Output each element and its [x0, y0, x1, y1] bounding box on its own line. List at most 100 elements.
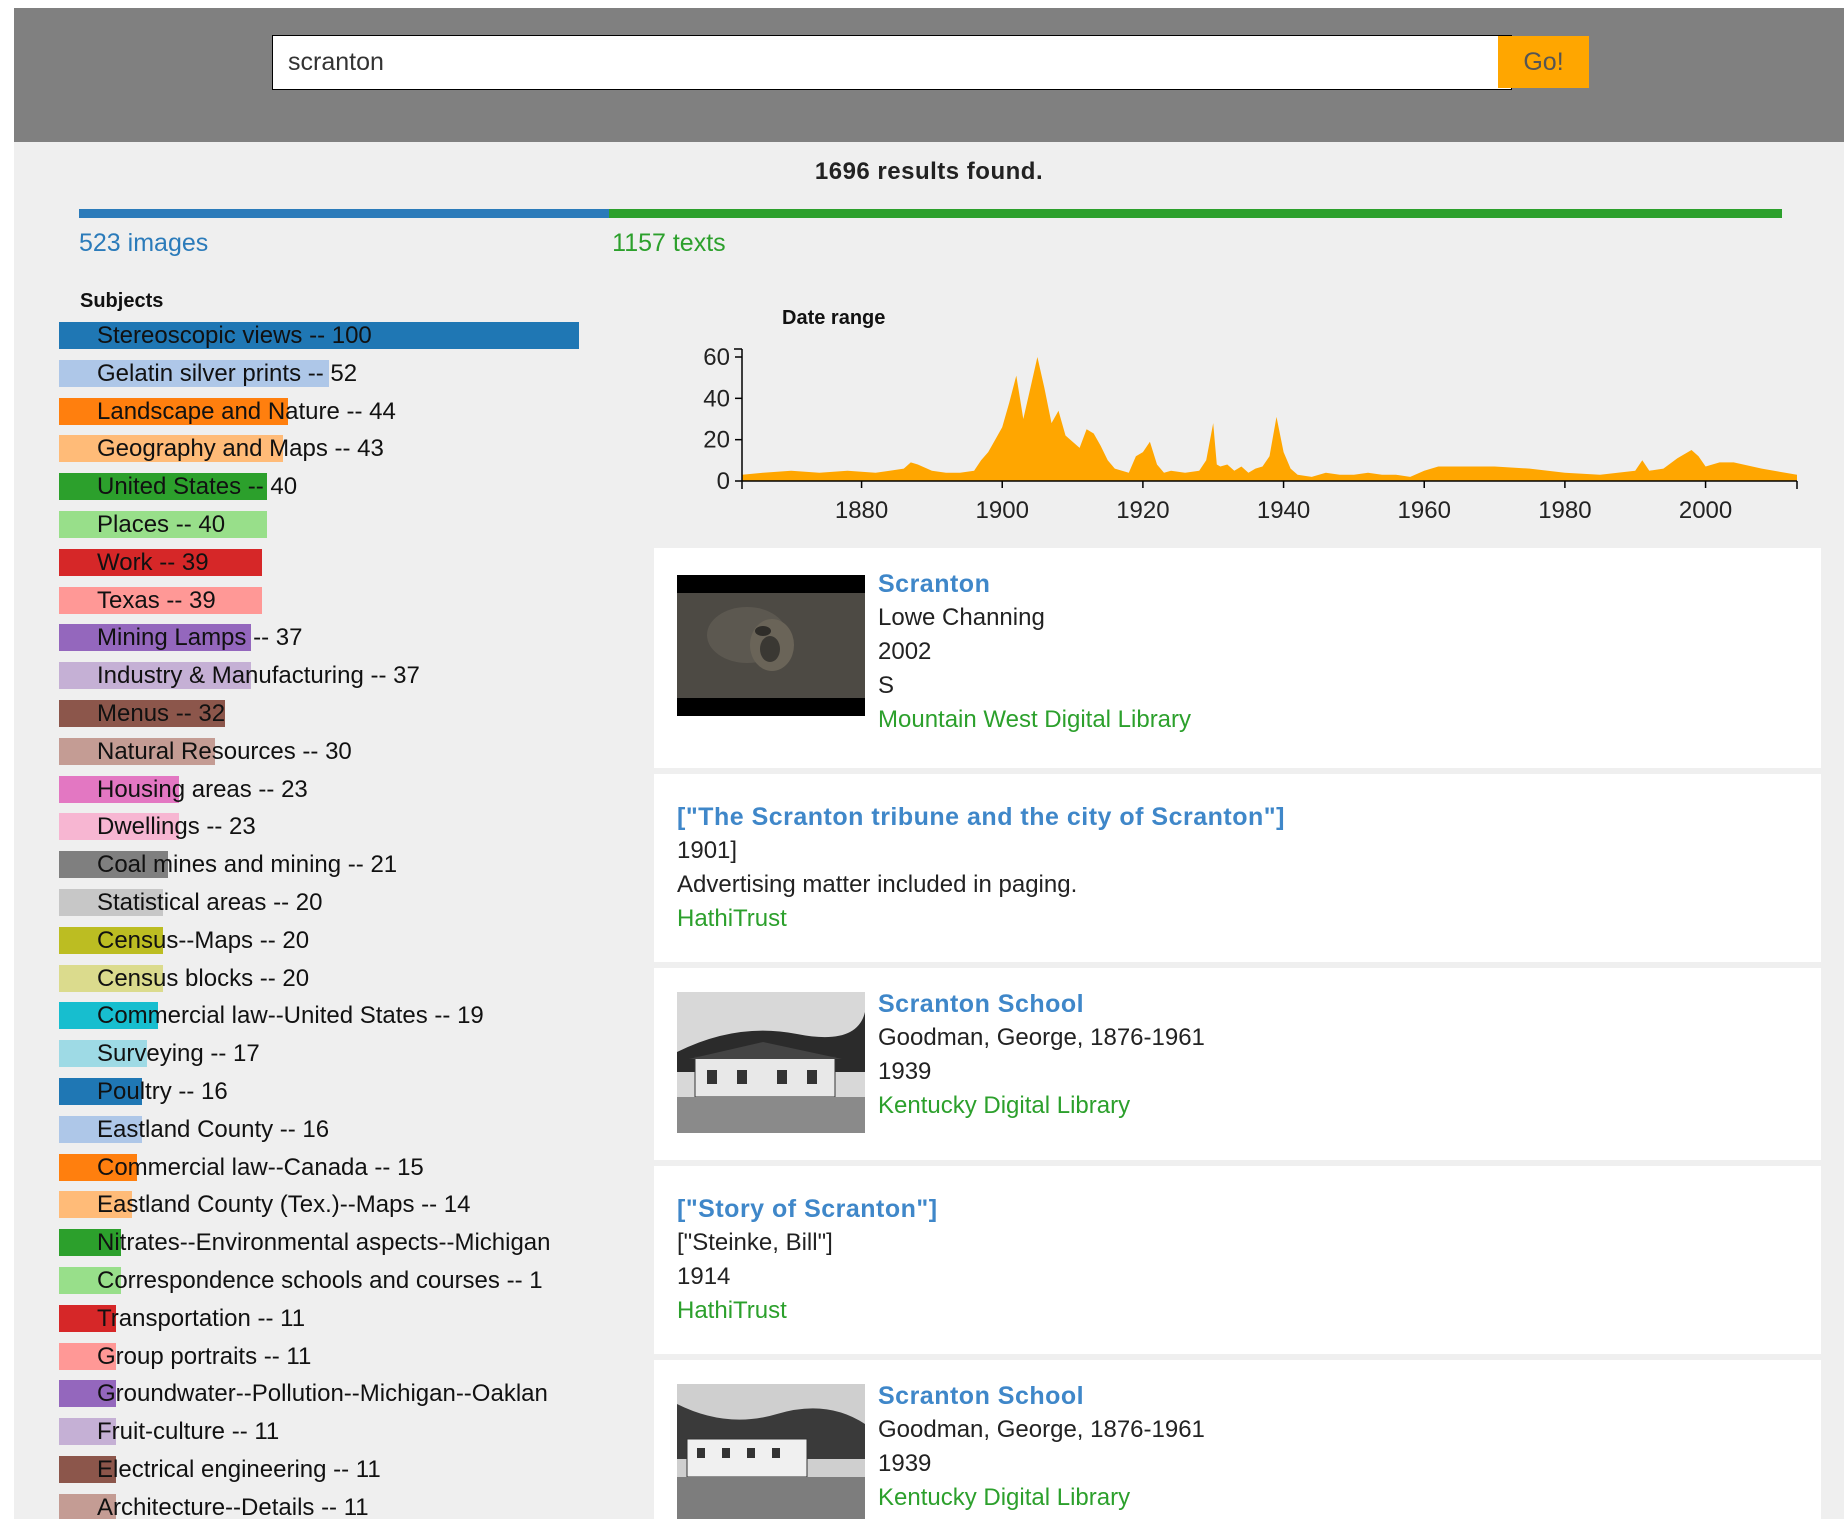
- subject-item[interactable]: Landscape and Nature -- 44: [59, 397, 604, 425]
- subject-item[interactable]: Geography and Maps -- 43: [59, 435, 604, 463]
- subject-item[interactable]: Transportation -- 11: [59, 1304, 604, 1332]
- result-card[interactable]: ["The Scranton tribune and the city of S…: [654, 774, 1821, 962]
- subject-label: Poultry -- 16: [97, 1078, 228, 1105]
- result-meta-line: Goodman, George, 1876-1961: [878, 1416, 1205, 1443]
- subject-label: Work -- 39: [97, 548, 209, 576]
- chart-plot: 1880 1900 1920 1940 1960 1980 2000 0 20 40 60: [703, 344, 1798, 524]
- result-source-link[interactable]: Mountain West Digital Library: [878, 703, 1191, 737]
- subjects-list: Stereoscopic views -- 100 Gelatin silver …: [59, 322, 604, 1519]
- subject-item[interactable]: Mining Lamps -- 37: [59, 624, 604, 652]
- date-range-chart: Date range 1880 1900 1920 1940 1960 1980 2000 0…: [703, 307, 1798, 524]
- subject-label: Commercial law--Canada -- 15: [97, 1153, 424, 1181]
- subject-item[interactable]: Coal mines and mining -- 21: [59, 851, 604, 879]
- result-thumbnail[interactable]: [677, 575, 865, 716]
- x-tick-label: 1900: [976, 497, 1029, 524]
- result-source-link[interactable]: HathiTrust: [677, 902, 1285, 936]
- subject-item[interactable]: Texas -- 39: [59, 586, 604, 614]
- subject-label: Coal mines and mining -- 21: [97, 851, 398, 879]
- subject-label: Housing areas -- 23: [97, 775, 308, 803]
- x-tick-label: 1920: [1116, 497, 1169, 524]
- subject-label: Groundwater--Pollution--Michigan--Oaklan: [97, 1380, 548, 1408]
- subject-label: Census blocks -- 20: [97, 964, 310, 992]
- subject-label: Transportation -- 11: [97, 1304, 306, 1332]
- subject-item[interactable]: Stereoscopic views -- 100: [59, 322, 604, 349]
- result-source-link[interactable]: HathiTrust: [677, 1294, 938, 1328]
- result-source-link[interactable]: Kentucky Digital Library: [878, 1089, 1205, 1123]
- subject-item[interactable]: Natural Resources -- 30: [59, 737, 604, 765]
- subject-item[interactable]: Group portraits -- 11: [59, 1342, 604, 1370]
- result-card[interactable]: Scranton Lowe Channing 2002 S Mountain West …: [654, 548, 1821, 768]
- result-source-link[interactable]: Kentucky Digital Library: [878, 1481, 1205, 1515]
- chart-title: Date range: [782, 307, 885, 329]
- subject-item[interactable]: Places -- 40: [59, 511, 604, 538]
- subject-item[interactable]: Commercial law--United States -- 19: [59, 1002, 604, 1030]
- subject-item[interactable]: Poultry -- 16: [59, 1078, 604, 1105]
- subject-item[interactable]: Census--Maps -- 20: [59, 926, 604, 954]
- images-filter-link[interactable]: 523 images: [79, 229, 208, 258]
- subject-item[interactable]: Correspondence schools and courses -- 1: [59, 1267, 604, 1294]
- subject-label: Landscape and Nature -- 44: [97, 397, 396, 425]
- subject-item[interactable]: Industry & Manufacturing -- 37: [59, 662, 604, 690]
- result-card[interactable]: Scranton School Goodman, George, 1876-196…: [654, 968, 1821, 1160]
- subject-item[interactable]: Architecture--Details -- 11: [59, 1493, 604, 1519]
- result-title-link[interactable]: Scranton: [878, 567, 1191, 601]
- subject-item[interactable]: Menus -- 32: [59, 700, 604, 727]
- subject-label: Dwellings -- 23: [97, 813, 256, 841]
- subject-label: Eastland County -- 16: [97, 1115, 330, 1143]
- results-list: Scranton Lowe Channing 2002 S Mountain West …: [654, 548, 1821, 1519]
- x-tick-label: 1880: [835, 497, 888, 524]
- result-meta-line: 2002: [878, 638, 932, 665]
- subject-item[interactable]: Housing areas -- 23: [59, 775, 604, 803]
- result-thumbnail[interactable]: [677, 1384, 865, 1519]
- result-title-link[interactable]: ["Story of Scranton"]: [677, 1192, 938, 1226]
- subject-item[interactable]: Electrical engineering -- 11: [59, 1456, 604, 1483]
- result-card[interactable]: Scranton School Goodman, George, 1876-196…: [654, 1360, 1821, 1519]
- subject-item[interactable]: Census blocks -- 20: [59, 964, 604, 992]
- subject-item[interactable]: Fruit-culture -- 11: [59, 1418, 604, 1446]
- subjects-heading: Subjects: [80, 290, 164, 312]
- result-thumbnail[interactable]: [677, 992, 865, 1133]
- subject-label: Texas -- 39: [97, 586, 216, 614]
- subject-item[interactable]: Eastland County (Tex.)--Maps -- 14: [59, 1191, 604, 1219]
- subject-label: Stereoscopic views -- 100: [97, 322, 372, 349]
- subject-item[interactable]: United States -- 40: [59, 473, 604, 501]
- result-meta-line: Lowe Channing: [878, 604, 1045, 631]
- subject-item[interactable]: Work -- 39: [59, 548, 604, 576]
- y-tick-label: 40: [703, 385, 730, 412]
- subject-label: Surveying -- 17: [97, 1040, 260, 1068]
- subject-item[interactable]: Gelatin silver prints -- 52: [59, 359, 604, 387]
- subject-item[interactable]: Dwellings -- 23: [59, 813, 604, 841]
- result-title-link[interactable]: ["The Scranton tribune and the city of S…: [677, 800, 1285, 834]
- go-button[interactable]: Go!: [1498, 36, 1589, 88]
- result-title-link[interactable]: Scranton School: [878, 987, 1205, 1021]
- texts-split-segment[interactable]: [609, 209, 1782, 218]
- subject-label: Eastland County (Tex.)--Maps -- 14: [97, 1191, 471, 1219]
- search-input[interactable]: [272, 35, 1512, 90]
- images-split-segment[interactable]: [79, 209, 610, 218]
- subject-item[interactable]: Eastland County -- 16: [59, 1115, 604, 1143]
- texts-filter-link[interactable]: 1157 texts: [612, 229, 726, 258]
- subject-label: Nitrates--Environmental aspects--Michiga…: [97, 1229, 551, 1257]
- result-card[interactable]: ["Story of Scranton"] ["Steinke, Bill"] 19…: [654, 1166, 1821, 1354]
- type-split-bar: [79, 209, 1782, 218]
- result-title-link[interactable]: Scranton School: [878, 1379, 1205, 1413]
- subject-item[interactable]: Surveying -- 17: [59, 1040, 604, 1068]
- result-meta-line: ["Steinke, Bill"]: [677, 1229, 833, 1256]
- result-details: ["Story of Scranton"] ["Steinke, Bill"] 19…: [677, 1192, 938, 1328]
- subject-label: Statistical areas -- 20: [97, 889, 323, 916]
- subject-item[interactable]: Groundwater--Pollution--Michigan--Oaklan: [59, 1380, 604, 1408]
- subject-label: Industry & Manufacturing -- 37: [97, 662, 420, 690]
- x-tick-label: 1940: [1257, 497, 1310, 524]
- result-meta-line: 1914: [677, 1263, 731, 1290]
- x-tick-label: 1960: [1398, 497, 1451, 524]
- result-meta-line: 1939: [878, 1450, 932, 1477]
- subject-label: Places -- 40: [97, 511, 226, 538]
- subject-item[interactable]: Nitrates--Environmental aspects--Michiga…: [59, 1229, 604, 1257]
- subject-label: Mining Lamps -- 37: [97, 624, 303, 652]
- x-tick-label: 2000: [1679, 497, 1732, 524]
- subject-item[interactable]: Statistical areas -- 20: [59, 889, 604, 916]
- result-meta-line: 1939: [878, 1058, 932, 1085]
- y-tick-label: 60: [703, 344, 730, 371]
- y-tick-label: 20: [703, 427, 730, 454]
- subject-item[interactable]: Commercial law--Canada -- 15: [59, 1153, 604, 1181]
